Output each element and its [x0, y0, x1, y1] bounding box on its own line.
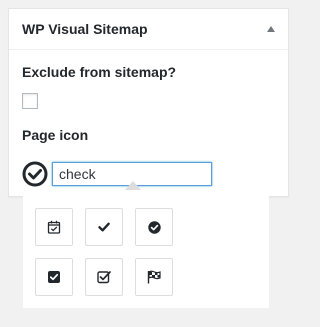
check-circle-icon	[147, 220, 161, 234]
page-icon-label: Page icon	[22, 127, 89, 143]
flag-checkered-icon	[147, 270, 161, 284]
exclude-label: Exclude from sitemap?	[22, 64, 177, 80]
wp-visual-sitemap-metabox: WP Visual Sitemap Exclude from sitemap? …	[8, 8, 289, 197]
picker-caret	[125, 181, 141, 190]
icon-option-check[interactable]	[85, 208, 123, 246]
icon-option-check-circle[interactable]	[135, 208, 173, 246]
check-square-outline-icon	[97, 270, 111, 284]
icon-picker-popup	[23, 190, 269, 308]
icon-option-flag-checkered[interactable]	[135, 258, 173, 296]
metabox-header[interactable]: WP Visual Sitemap	[9, 9, 288, 50]
icon-option-check-square-outline[interactable]	[85, 258, 123, 296]
calendar-check-icon	[47, 220, 61, 234]
check-circle-icon	[22, 161, 48, 187]
exclude-checkbox[interactable]	[22, 93, 38, 109]
icon-option-check-square[interactable]	[35, 258, 73, 296]
check-square-icon	[48, 271, 60, 283]
collapse-toggle-icon[interactable]	[267, 26, 275, 32]
icon-option-calendar-check[interactable]	[35, 208, 73, 246]
metabox-title: WP Visual Sitemap	[22, 21, 148, 37]
check-icon	[98, 221, 110, 233]
